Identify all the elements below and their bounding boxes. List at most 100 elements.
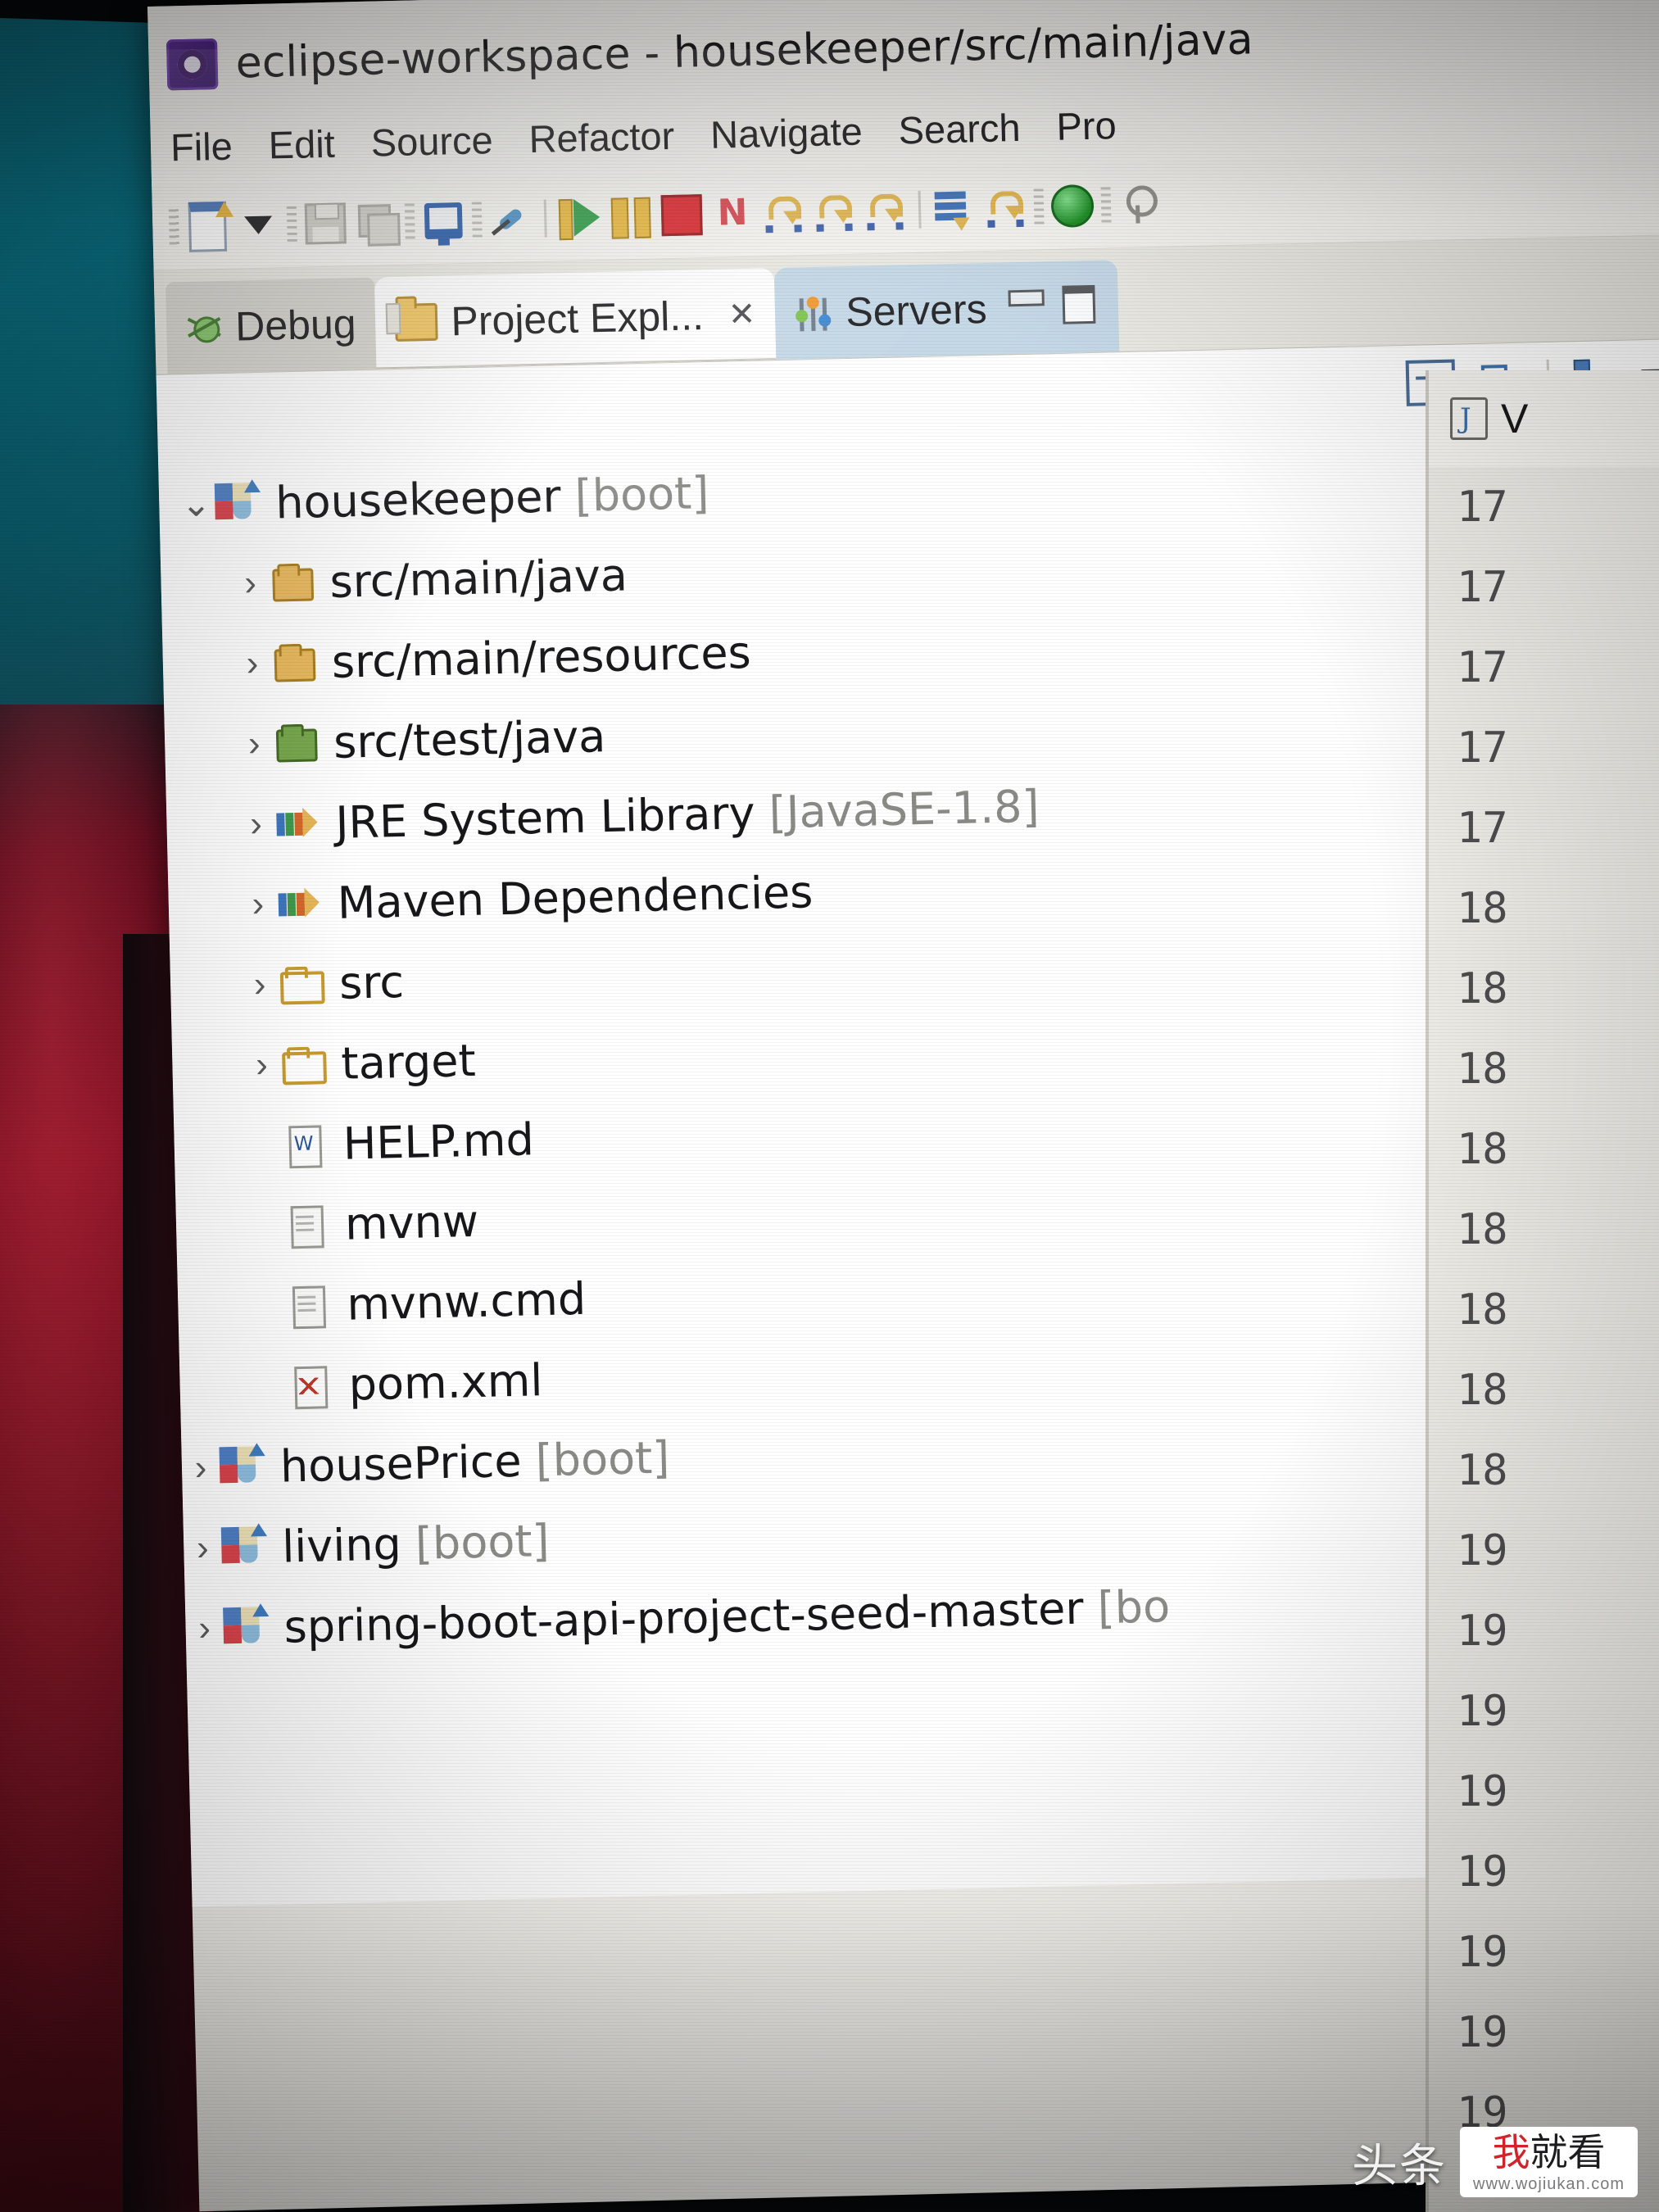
toolbar-grip[interactable] bbox=[404, 203, 415, 240]
skip-breakpoints-icon[interactable] bbox=[485, 193, 537, 245]
menu-item-navigate[interactable]: Navigate bbox=[710, 108, 863, 156]
line-number: 17 bbox=[1457, 563, 1508, 612]
toolbar-grip[interactable] bbox=[286, 206, 297, 243]
expand-arrow-icon[interactable]: › bbox=[238, 884, 277, 924]
menu-item-source[interactable]: Source bbox=[370, 117, 493, 165]
tree-label: spring-boot-api-project-seed-master [bo bbox=[283, 1580, 1171, 1653]
show-logical-structure-icon[interactable] bbox=[928, 183, 980, 234]
menu-item-file[interactable]: File bbox=[170, 123, 233, 170]
expand-arrow-icon[interactable]: › bbox=[184, 1528, 222, 1568]
expand-arrow-icon[interactable]: › bbox=[182, 1448, 220, 1488]
expand-arrow-icon[interactable]: › bbox=[231, 563, 270, 603]
line-number: 19 bbox=[1457, 1526, 1508, 1575]
line-number: 18 bbox=[1457, 1285, 1508, 1335]
expand-arrow-icon[interactable]: › bbox=[237, 804, 275, 844]
step-return-icon[interactable] bbox=[859, 184, 910, 236]
expand-arrow-icon[interactable]: › bbox=[233, 643, 271, 683]
tree-label: JRE System Library [JavaSE-1.8] bbox=[334, 780, 1040, 849]
menu-item-project[interactable]: Pro bbox=[1056, 102, 1117, 149]
expand-arrow-placeholder bbox=[248, 1305, 286, 1306]
suspend-icon[interactable] bbox=[605, 190, 656, 242]
watermark-brand-black: 就看 bbox=[1530, 2130, 1606, 2174]
expand-arrow-icon[interactable]: › bbox=[243, 1045, 281, 1085]
toolbar-grip[interactable] bbox=[168, 209, 179, 246]
spring-boot-project-icon bbox=[219, 1446, 264, 1488]
tab-label-debug: Debug bbox=[234, 301, 357, 350]
tree-label: HELP.md bbox=[342, 1113, 535, 1170]
watermark-source-text: 头条 bbox=[1352, 2139, 1448, 2193]
tree-label: pom.xml bbox=[347, 1353, 544, 1411]
close-icon[interactable]: ✕ bbox=[728, 296, 756, 334]
line-number: 19 bbox=[1457, 1767, 1508, 1816]
watermark-brand-red: 我 bbox=[1492, 2130, 1530, 2174]
line-number: 19 bbox=[1457, 1687, 1508, 1736]
line-number: 18 bbox=[1457, 964, 1508, 1013]
new-file-icon[interactable] bbox=[182, 201, 233, 252]
tab-servers[interactable]: Servers bbox=[774, 260, 1119, 360]
eclipse-logo-icon bbox=[165, 39, 219, 91]
markdown-file-icon bbox=[282, 1123, 327, 1169]
toolbar-grip[interactable] bbox=[1033, 188, 1045, 225]
line-number: 19 bbox=[1457, 2008, 1508, 2057]
editor-tab[interactable]: V bbox=[1429, 370, 1659, 467]
expand-arrow-icon[interactable]: ⌄ bbox=[177, 483, 215, 524]
line-number: 19 bbox=[1457, 1847, 1508, 1897]
editor-area: V 17 17 17 17 17 18 18 18 18 18 18 18 18… bbox=[1426, 370, 1659, 2212]
line-number: 19 bbox=[1457, 1928, 1508, 1977]
tab-project-explorer[interactable]: Project Expl... ✕ bbox=[374, 268, 777, 369]
folder-icon bbox=[279, 963, 325, 1005]
disconnect-icon[interactable]: N bbox=[706, 188, 758, 240]
tree-label: Maven Dependencies bbox=[337, 865, 814, 929]
line-number: 18 bbox=[1457, 1045, 1508, 1094]
tree-label: housePrice [boot] bbox=[279, 1430, 671, 1493]
line-number-ruler: 17 17 17 17 17 18 18 18 18 18 18 18 18 1… bbox=[1429, 467, 1659, 2153]
expand-arrow-placeholder bbox=[247, 1225, 284, 1226]
save-icon[interactable] bbox=[300, 197, 351, 249]
expand-arrow-placeholder bbox=[251, 1385, 288, 1386]
use-step-filters-icon[interactable] bbox=[979, 182, 1031, 233]
tree-label: mvnw bbox=[344, 1194, 479, 1250]
menu-item-refactor[interactable]: Refactor bbox=[528, 112, 675, 161]
line-number: 17 bbox=[1457, 804, 1508, 853]
menu-item-search[interactable]: Search bbox=[898, 104, 1021, 152]
save-all-icon[interactable] bbox=[351, 197, 402, 248]
source-folder-icon bbox=[270, 641, 316, 683]
editor-tab-label: V bbox=[1501, 396, 1529, 442]
step-into-icon[interactable] bbox=[757, 187, 809, 238]
line-number: 17 bbox=[1457, 483, 1508, 532]
menu-item-edit[interactable]: Edit bbox=[268, 120, 335, 167]
expand-arrow-icon[interactable]: › bbox=[241, 964, 279, 1004]
console-icon[interactable] bbox=[418, 195, 469, 247]
project-explorer-icon bbox=[394, 302, 439, 342]
tab-label-project-explorer: Project Expl... bbox=[450, 292, 705, 345]
tree-label: mvnw.cmd bbox=[346, 1272, 587, 1330]
spring-boot-project-icon bbox=[223, 1607, 268, 1648]
line-number: 18 bbox=[1457, 1366, 1508, 1415]
line-number: 17 bbox=[1457, 723, 1508, 773]
run-icon[interactable] bbox=[554, 192, 605, 243]
step-over-icon[interactable] bbox=[808, 186, 859, 238]
expand-arrow-icon[interactable]: › bbox=[185, 1608, 224, 1648]
maximize-icon[interactable] bbox=[1061, 284, 1096, 324]
open-perspective-icon[interactable] bbox=[1046, 180, 1098, 232]
tab-debug[interactable]: Debug bbox=[165, 277, 377, 374]
tree-label: src/main/resources bbox=[331, 626, 752, 688]
expand-arrow-placeholder bbox=[245, 1145, 283, 1146]
tree-label: living [boot] bbox=[281, 1514, 551, 1573]
spring-boot-project-icon bbox=[214, 483, 260, 524]
expand-arrow-icon[interactable]: › bbox=[235, 723, 274, 764]
xml-file-icon bbox=[288, 1364, 333, 1410]
window-title: eclipse-workspace - housekeeper/src/main… bbox=[234, 15, 1254, 88]
terminate-icon[interactable] bbox=[655, 189, 707, 241]
file-icon bbox=[284, 1203, 329, 1249]
toolbar-grip[interactable] bbox=[1100, 187, 1112, 224]
dropdown-caret-icon[interactable] bbox=[233, 199, 284, 251]
bug-icon bbox=[186, 309, 223, 346]
watermark-brand-badge: 我就看 www.wojiukan.com bbox=[1460, 2127, 1638, 2197]
search-icon[interactable] bbox=[1113, 179, 1165, 230]
java-file-icon bbox=[1450, 397, 1488, 440]
minimize-icon[interactable] bbox=[1008, 289, 1045, 307]
toolbar-grip[interactable] bbox=[471, 202, 483, 238]
line-number: 18 bbox=[1457, 1446, 1508, 1495]
tree-label: housekeeper [boot] bbox=[274, 466, 710, 528]
